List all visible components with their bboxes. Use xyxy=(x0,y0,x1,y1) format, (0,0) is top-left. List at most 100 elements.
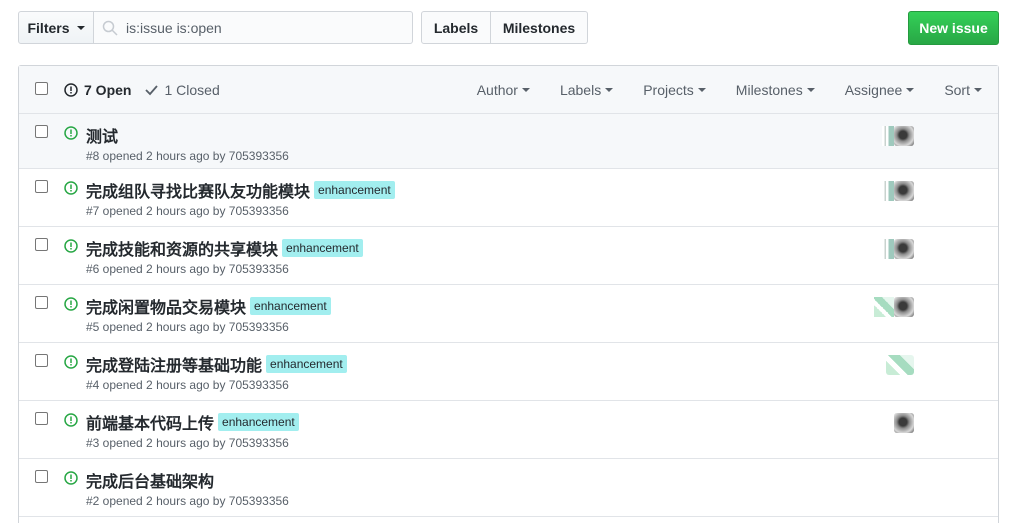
issue-meta: #6 opened 2 hours ago by 705393356 xyxy=(86,262,289,276)
issue-title-link[interactable]: 测试 xyxy=(86,123,118,147)
issue-title-line: 完成登陆注册等基础功能 enhancement xyxy=(86,352,347,376)
enhancement-label[interactable]: enhancement xyxy=(218,413,299,431)
avatar[interactable] xyxy=(874,297,894,317)
avatar[interactable] xyxy=(894,239,914,259)
closed-issues-tab[interactable]: 1 Closed xyxy=(145,82,220,98)
issue-checkbox[interactable] xyxy=(35,412,48,425)
issue-row[interactable]: 前端基本代码上传 enhancement #3 opened 2 hours a… xyxy=(19,401,998,459)
issue-checkbox[interactable] xyxy=(35,470,48,483)
labels-button[interactable]: Labels xyxy=(421,11,491,44)
avatar[interactable] xyxy=(882,239,894,259)
issue-title-line: 完成技能和资源的共享模块 enhancement xyxy=(86,236,363,260)
assignee-avatars xyxy=(894,413,914,433)
assignee-avatars xyxy=(882,181,914,201)
issue-checkbox[interactable] xyxy=(35,180,48,193)
issue-list: 7 Open 1 Closed Author Labels Projects M… xyxy=(18,65,999,523)
issue-checkbox[interactable] xyxy=(35,238,48,251)
issue-checkbox[interactable] xyxy=(35,125,48,138)
issue-opened-icon xyxy=(64,239,78,253)
issues-toolbar: Filters Labels Milestones New issue xyxy=(18,11,999,45)
issue-opened-icon xyxy=(64,413,78,427)
caret-down-icon xyxy=(697,88,706,92)
caret-down-icon xyxy=(806,88,815,92)
avatar[interactable] xyxy=(894,181,914,201)
enhancement-label[interactable]: enhancement xyxy=(250,297,331,315)
author-filter[interactable]: Author xyxy=(477,82,530,98)
assignee-avatars xyxy=(874,297,914,317)
caret-down-icon xyxy=(76,25,85,30)
avatar[interactable] xyxy=(882,181,894,201)
milestones-button[interactable]: Milestones xyxy=(491,11,588,44)
issue-meta: #3 opened 2 hours ago by 705393356 xyxy=(86,436,289,450)
issue-title-line: 完成后台基础架构 xyxy=(86,468,214,492)
closed-count: 1 Closed xyxy=(164,82,220,98)
select-all-checkbox[interactable] xyxy=(35,82,48,95)
issue-title-link[interactable]: 完成技能和资源的共享模块 xyxy=(86,236,278,260)
issue-checkbox[interactable] xyxy=(35,354,48,367)
enhancement-label[interactable]: enhancement xyxy=(282,239,363,257)
issue-opened-icon xyxy=(64,471,78,485)
issue-row[interactable]: 测试 #8 opened 2 hours ago by 705393356 xyxy=(19,114,998,169)
issue-opened-icon xyxy=(64,126,78,140)
issue-meta: #7 opened 2 hours ago by 705393356 xyxy=(86,204,289,218)
open-issues-tab[interactable]: 7 Open xyxy=(64,82,131,98)
labels-filter-label: Labels xyxy=(559,82,602,98)
issue-row[interactable]: 完成闲置物品交易模块 enhancement #5 opened 2 hours… xyxy=(19,285,998,343)
filters-label: Filters xyxy=(27,19,70,36)
issue-title-link[interactable]: 前端基本代码上传 xyxy=(86,410,214,434)
issue-opened-icon xyxy=(64,297,78,311)
search-icon xyxy=(102,20,118,36)
issue-meta: #2 opened 2 hours ago by 705393356 xyxy=(86,494,289,508)
sort-filter[interactable]: Sort xyxy=(944,82,982,98)
issue-opened-icon xyxy=(64,355,78,369)
avatar[interactable] xyxy=(882,126,894,146)
open-count: 7 Open xyxy=(84,82,132,98)
caret-down-icon xyxy=(906,88,915,92)
issue-title-link[interactable]: 完成后台基础架构 xyxy=(86,468,214,492)
assignee-avatars xyxy=(882,126,914,146)
caret-down-icon xyxy=(521,88,530,92)
enhancement-label[interactable]: enhancement xyxy=(266,355,347,373)
issue-row[interactable]: 完成登陆注册等基础功能 enhancement #4 opened 2 hour… xyxy=(19,343,998,401)
issue-opened-icon xyxy=(64,181,78,195)
projects-filter-label: Projects xyxy=(643,82,694,98)
issue-meta: #5 opened 2 hours ago by 705393356 xyxy=(86,320,289,334)
issue-search-box[interactable] xyxy=(94,11,413,44)
issue-row[interactable]: 完成后台基础架构 #2 opened 2 hours ago by 705393… xyxy=(19,459,998,517)
projects-filter[interactable]: Projects xyxy=(643,82,706,98)
issue-row[interactable]: 完成组队寻找比赛队友功能模块 enhancement #7 opened 2 h… xyxy=(19,169,998,227)
issue-title-line: 前端基本代码上传 enhancement xyxy=(86,410,299,434)
new-issue-button[interactable]: New issue xyxy=(908,11,999,45)
avatar[interactable] xyxy=(894,297,914,317)
issue-title-line: 完成组队寻找比赛队友功能模块 enhancement xyxy=(86,178,395,202)
search-input[interactable] xyxy=(126,19,396,36)
labels-filter[interactable]: Labels xyxy=(559,82,614,98)
issue-row[interactable]: 完成技能和资源的共享模块 enhancement #6 opened 2 hou… xyxy=(19,227,998,285)
avatar[interactable] xyxy=(894,126,914,146)
issue-title-line: 完成闲置物品交易模块 enhancement xyxy=(86,294,331,318)
labels-milestones-group: Labels Milestones xyxy=(421,11,588,44)
issue-meta: #8 opened 2 hours ago by 705393356 xyxy=(86,149,289,163)
milestones-filter[interactable]: Milestones xyxy=(736,82,815,98)
issue-title-link[interactable]: 完成组队寻找比赛队友功能模块 xyxy=(86,178,310,202)
issue-meta: #4 opened 2 hours ago by 705393356 xyxy=(86,378,289,392)
caret-down-icon xyxy=(605,88,614,92)
issue-states: 7 Open 1 Closed xyxy=(64,66,220,114)
issue-title-link[interactable]: 完成登陆注册等基础功能 xyxy=(86,352,262,376)
avatar[interactable] xyxy=(894,413,914,433)
issue-checkbox[interactable] xyxy=(35,296,48,309)
assignee-filter-label: Assignee xyxy=(844,82,903,98)
header-filter-menus: Author Labels Projects Milestones Assign… xyxy=(477,66,982,114)
filter-group: Filters xyxy=(18,11,413,44)
issue-title-link[interactable]: 完成闲置物品交易模块 xyxy=(86,294,246,318)
sort-filter-label: Sort xyxy=(944,82,970,98)
caret-down-icon xyxy=(974,88,982,92)
check-icon xyxy=(145,85,159,96)
issue-open-icon xyxy=(64,83,78,97)
assignee-avatars xyxy=(886,355,914,375)
filters-dropdown-button[interactable]: Filters xyxy=(18,11,94,44)
avatar[interactable] xyxy=(886,355,914,375)
enhancement-label[interactable]: enhancement xyxy=(314,181,395,199)
assignee-filter[interactable]: Assignee xyxy=(845,82,915,98)
milestones-filter-label: Milestones xyxy=(735,82,803,98)
